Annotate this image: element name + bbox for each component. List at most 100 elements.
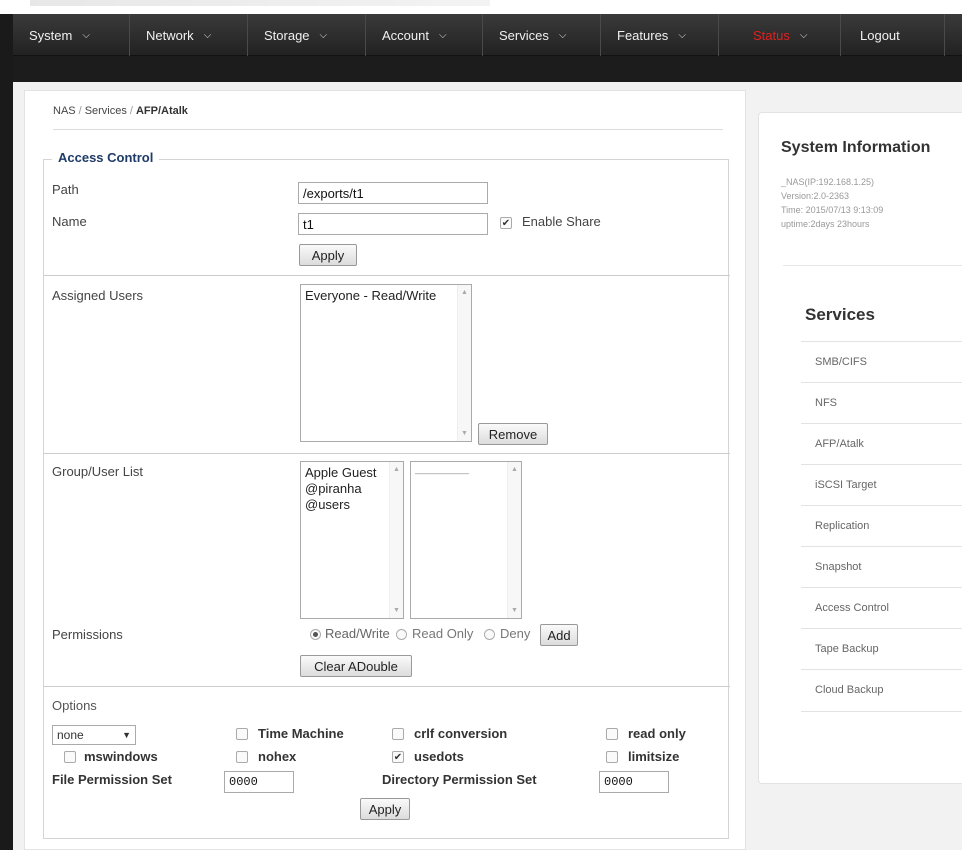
options-label: Options <box>52 698 97 713</box>
options-select[interactable]: none ▼ <box>52 725 136 745</box>
nohex-checkbox[interactable] <box>236 751 248 763</box>
nav-status-label: Status <box>753 27 790 43</box>
group-user-item[interactable]: @users <box>305 497 399 513</box>
scroll-down-icon: ▼ <box>393 607 400 614</box>
directory-permission-label: Directory Permission Set <box>382 772 537 787</box>
chevron-down-icon: ⌵ <box>678 29 686 41</box>
service-link-cloud-backup[interactable]: Cloud Backup <box>801 669 962 710</box>
service-link-snapshot[interactable]: Snapshot <box>801 546 962 587</box>
side-panel: System Information _NAS(IP:192.168.1.25)… <box>758 112 962 784</box>
radio-read-only-label: Read Only <box>412 626 474 641</box>
mswindows-label: mswindows <box>84 749 158 764</box>
breadcrumb-root[interactable]: NAS <box>53 105 76 117</box>
navbar-subbar <box>13 56 962 82</box>
limitsize-label: limitsize <box>628 749 680 764</box>
nav-system[interactable]: System ⌵ <box>13 14 130 56</box>
usedots-checkbox[interactable]: ✔ <box>392 751 404 763</box>
nav-logout-label: Logout <box>860 27 900 43</box>
system-information-title: System Information <box>781 139 931 156</box>
path-label: Path <box>52 182 79 197</box>
nav-storage[interactable]: Storage ⌵ <box>248 14 366 56</box>
permissions-label: Permissions <box>52 627 123 642</box>
scrollbar[interactable]: ▲ ▼ <box>389 462 403 618</box>
section-divider <box>44 453 730 454</box>
radio-deny[interactable] <box>484 629 495 640</box>
section-divider <box>44 686 730 687</box>
service-link-nfs[interactable]: NFS <box>801 382 962 423</box>
breadcrumb: NAS / Services / AFP/Atalk <box>53 105 188 117</box>
chevron-down-icon: ⌵ <box>203 29 212 41</box>
service-link-smb[interactable]: SMB/CIFS <box>801 341 962 382</box>
service-link-access-control[interactable]: Access Control <box>801 587 962 628</box>
read-only-checkbox[interactable] <box>606 728 618 740</box>
section-divider <box>44 275 730 276</box>
faded-header-text <box>30 0 490 6</box>
usedots-label: usedots <box>414 749 464 764</box>
scrollbar[interactable]: ▲ ▼ <box>457 285 471 441</box>
apply-path-button[interactable]: Apply <box>299 244 357 266</box>
dropdown-arrow-icon: ▼ <box>122 730 131 740</box>
nav-account-label: Account <box>382 27 429 43</box>
breadcrumb-separator: / <box>129 105 133 117</box>
selected-users-listbox[interactable]: —————— ▲ ▼ <box>410 461 522 619</box>
radio-read-write-label: Read/Write <box>325 626 390 641</box>
side-divider <box>783 265 962 266</box>
system-info-version: Version:2.0-2363 <box>781 191 850 201</box>
enable-share-checkbox[interactable]: ✔ <box>500 217 512 229</box>
crlf-conversion-checkbox[interactable] <box>392 728 404 740</box>
radio-selected-dot <box>313 632 318 637</box>
system-info-ip: _NAS(IP:192.168.1.25) <box>781 177 875 187</box>
breadcrumb-parent[interactable]: Services <box>85 105 127 117</box>
scroll-down-icon: ▼ <box>511 607 518 614</box>
directory-permission-input[interactable] <box>599 771 669 793</box>
nav-features[interactable]: Features ⌵ <box>601 14 719 56</box>
top-strip <box>0 0 962 14</box>
chevron-down-icon: ⌵ <box>558 29 567 41</box>
service-link-tape-backup[interactable]: Tape Backup <box>801 628 962 669</box>
system-info-time: Time: 2015/07/13 9:13:09 <box>781 205 884 215</box>
name-input[interactable] <box>298 213 488 235</box>
service-link-afp[interactable]: AFP/Atalk <box>801 423 962 464</box>
assigned-users-listbox[interactable]: Everyone - Read/Write ▲ ▼ <box>300 284 472 442</box>
read-only-label: read only <box>628 726 686 741</box>
nav-features-label: Features <box>617 27 669 43</box>
scroll-up-icon: ▲ <box>511 466 518 473</box>
main-navbar: System ⌵ Network ⌵ Storage ⌵ Account ⌵ Servi… <box>13 14 962 56</box>
radio-read-only[interactable] <box>396 629 407 640</box>
group-user-item[interactable]: @piranha <box>305 481 399 497</box>
nav-logout[interactable]: Logout <box>841 14 945 56</box>
time-machine-checkbox[interactable] <box>236 728 248 740</box>
radio-deny-label: Deny <box>500 626 531 641</box>
scrollbar[interactable]: ▲ ▼ <box>507 462 521 618</box>
access-control-fieldset: Access Control Path Name ✔ Enable Share … <box>43 150 730 839</box>
services-list-end <box>801 711 962 712</box>
group-user-item[interactable]: Apple Guest <box>305 465 399 481</box>
nav-services[interactable]: Services ⌵ <box>483 14 601 56</box>
chevron-down-icon: ⌵ <box>82 29 90 41</box>
apply-options-button[interactable]: Apply <box>360 798 410 820</box>
service-link-iscsi[interactable]: iSCSI Target <box>801 464 962 505</box>
remove-button[interactable]: Remove <box>478 423 548 445</box>
assigned-user-item[interactable]: Everyone - Read/Write <box>305 288 467 304</box>
clear-adouble-button[interactable]: Clear ADouble <box>300 655 412 677</box>
add-button[interactable]: Add <box>540 624 578 646</box>
nav-account[interactable]: Account ⌵ <box>366 14 483 56</box>
service-link-replication[interactable]: Replication <box>801 505 962 546</box>
path-input[interactable] <box>298 182 488 204</box>
nav-status[interactable]: Status ⌵ <box>719 14 841 56</box>
main-panel: NAS / Services / AFP/Atalk Access Control Pa… <box>24 90 746 850</box>
group-user-listbox[interactable]: Apple Guest @piranha @users ▲ ▼ <box>300 461 404 619</box>
radio-read-write[interactable] <box>310 629 321 640</box>
file-permission-input[interactable] <box>224 771 294 793</box>
mswindows-checkbox[interactable] <box>64 751 76 763</box>
options-select-value: none <box>57 728 84 742</box>
breadcrumb-current: AFP/Atalk <box>135 105 188 117</box>
group-user-list-label: Group/User List <box>52 464 144 479</box>
limitsize-checkbox[interactable] <box>606 751 618 763</box>
time-machine-label: Time Machine <box>258 726 344 741</box>
nav-network[interactable]: Network ⌵ <box>130 14 248 56</box>
name-label: Name <box>52 214 87 229</box>
empty-option[interactable]: —————— <box>415 465 517 481</box>
chevron-down-icon: ⌵ <box>319 29 328 41</box>
breadcrumb-divider <box>53 129 723 130</box>
